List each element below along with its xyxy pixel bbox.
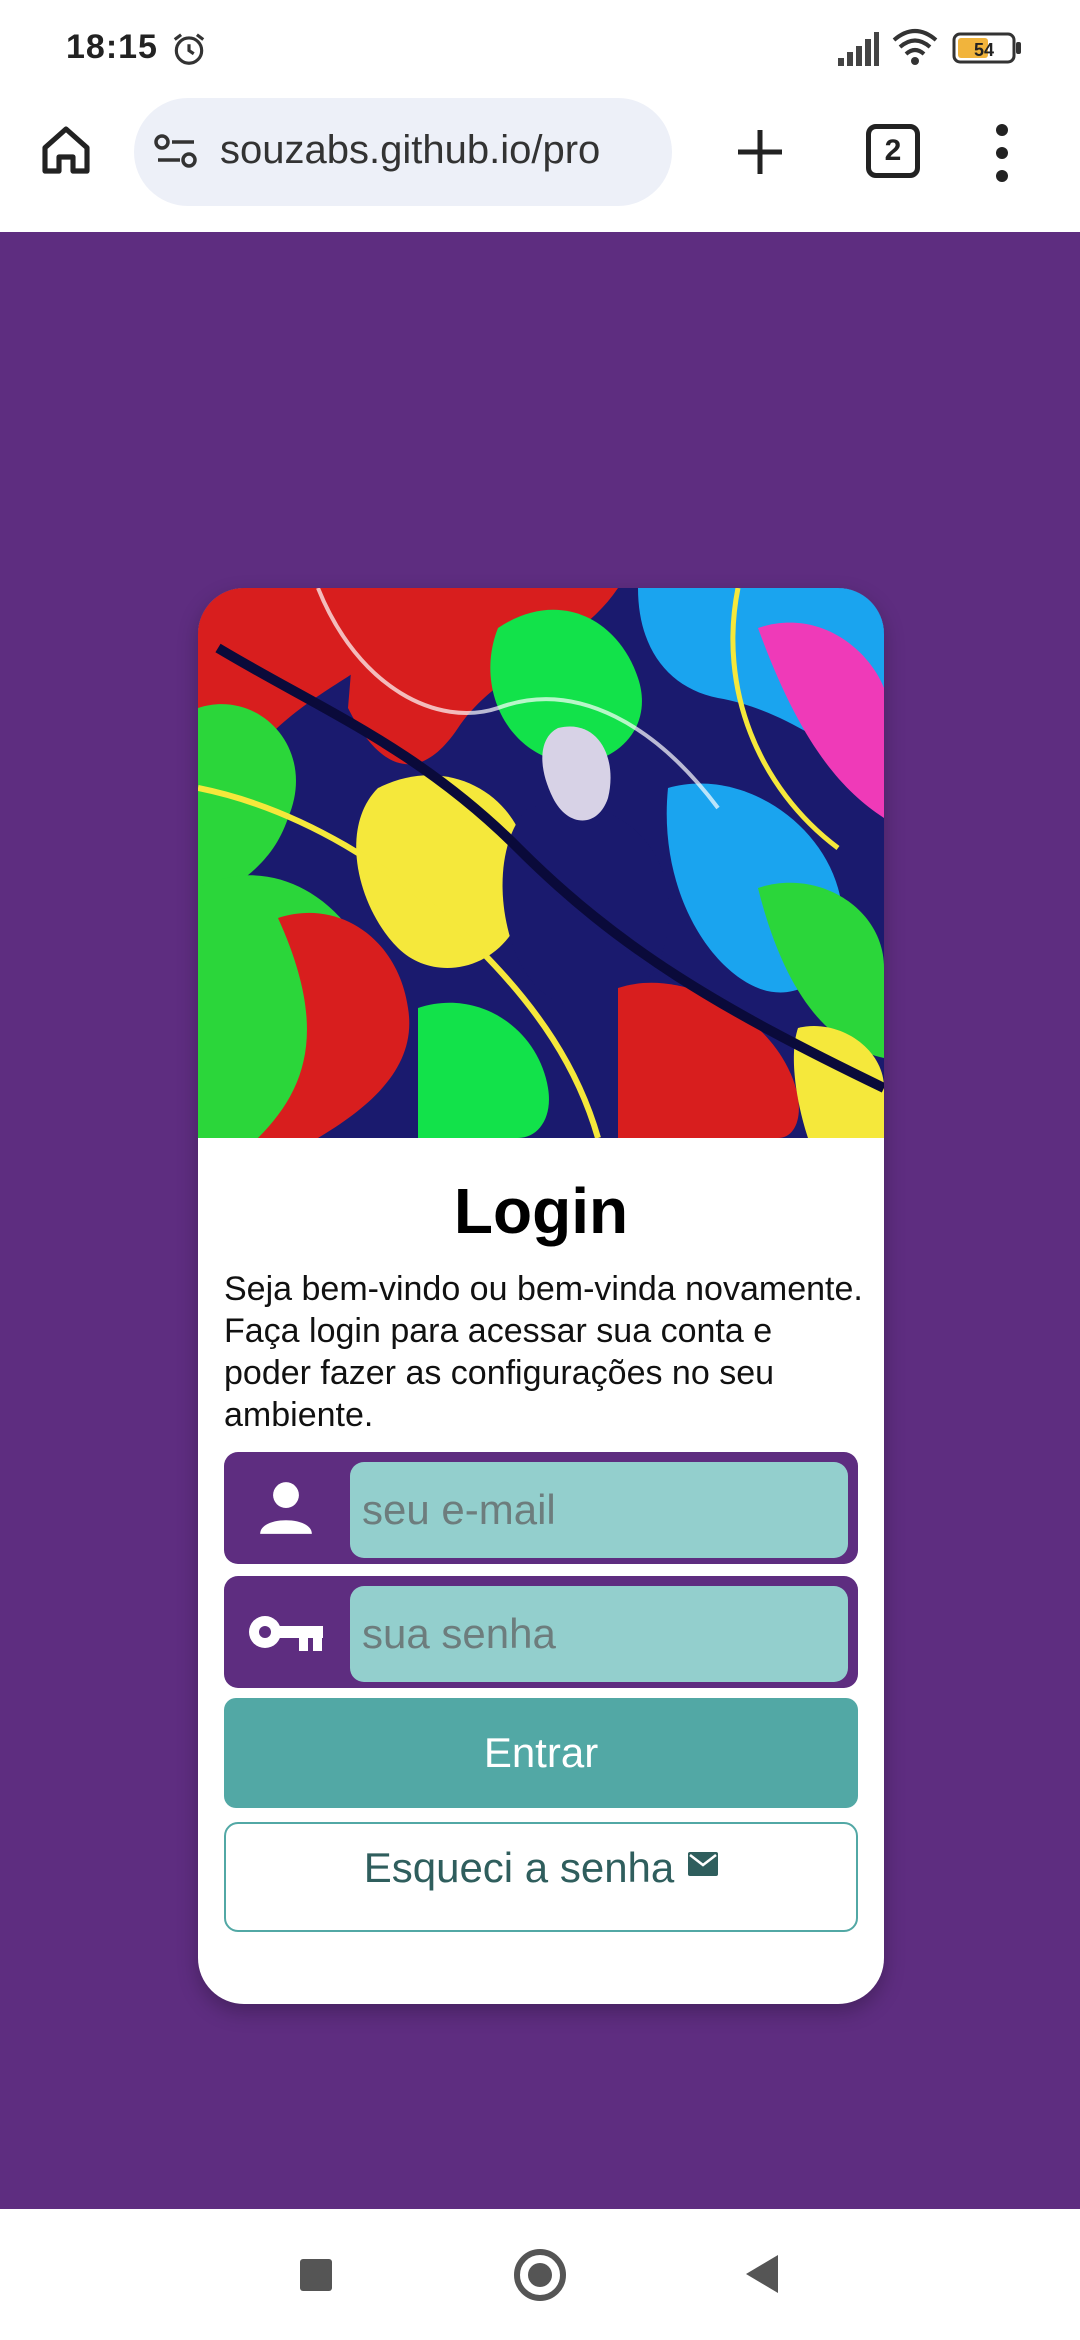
status-time: 18:15 <box>66 28 158 66</box>
browser-toolbar: souzabs.github.io/pro 2 <box>0 96 1080 232</box>
key-icon <box>249 1616 323 1651</box>
address-bar[interactable]: souzabs.github.io/pro <box>134 98 672 206</box>
plus-icon[interactable] <box>730 122 790 182</box>
tab-count: 2 <box>884 134 902 167</box>
page-background: Login Seja bem-vindo ou bem-vinda novame… <box>0 232 1080 2209</box>
login-description: Seja bem-vindo ou bem-vinda novamente. F… <box>224 1270 863 1434</box>
key-icon-wrap <box>224 1576 348 1688</box>
user-icon <box>260 1482 312 1534</box>
alarm-icon <box>173 33 205 65</box>
battery-icon: 54 <box>952 32 1021 64</box>
forgot-password-label: Esqueci a senha <box>363 1844 675 1891</box>
email-input[interactable] <box>350 1462 848 1558</box>
password-field-group <box>224 1576 858 1688</box>
recent-apps-icon[interactable] <box>300 2259 332 2291</box>
back-triangle-icon[interactable] <box>742 2253 780 2295</box>
url-text[interactable]: souzabs.github.io/pro <box>220 128 660 173</box>
password-input[interactable] <box>350 1586 848 1682</box>
home-button[interactable] <box>34 118 98 182</box>
battery-level: 54 <box>974 40 994 60</box>
login-card: Login Seja bem-vindo ou bem-vinda novame… <box>198 588 884 2004</box>
status-bar: 18:15 54 <box>0 0 1080 96</box>
system-nav-bar <box>0 2209 1080 2340</box>
more-vert-icon[interactable] <box>984 120 1020 186</box>
user-icon-wrap <box>224 1452 348 1564</box>
site-settings-icon[interactable] <box>154 132 198 172</box>
page-title: Login <box>453 1175 629 1247</box>
enter-button[interactable]: Entrar <box>224 1698 858 1808</box>
tabs-icon[interactable]: 2 <box>866 124 920 178</box>
forgot-password-button[interactable]: Esqueci a senha <box>224 1822 858 1932</box>
hero-image <box>198 588 884 1138</box>
mail-icon <box>688 1852 719 1876</box>
home-circle-icon[interactable] <box>514 2249 566 2301</box>
home-icon <box>42 126 90 174</box>
wifi-icon <box>892 29 938 65</box>
email-field-group <box>224 1452 858 1564</box>
signal-icon <box>838 32 879 66</box>
